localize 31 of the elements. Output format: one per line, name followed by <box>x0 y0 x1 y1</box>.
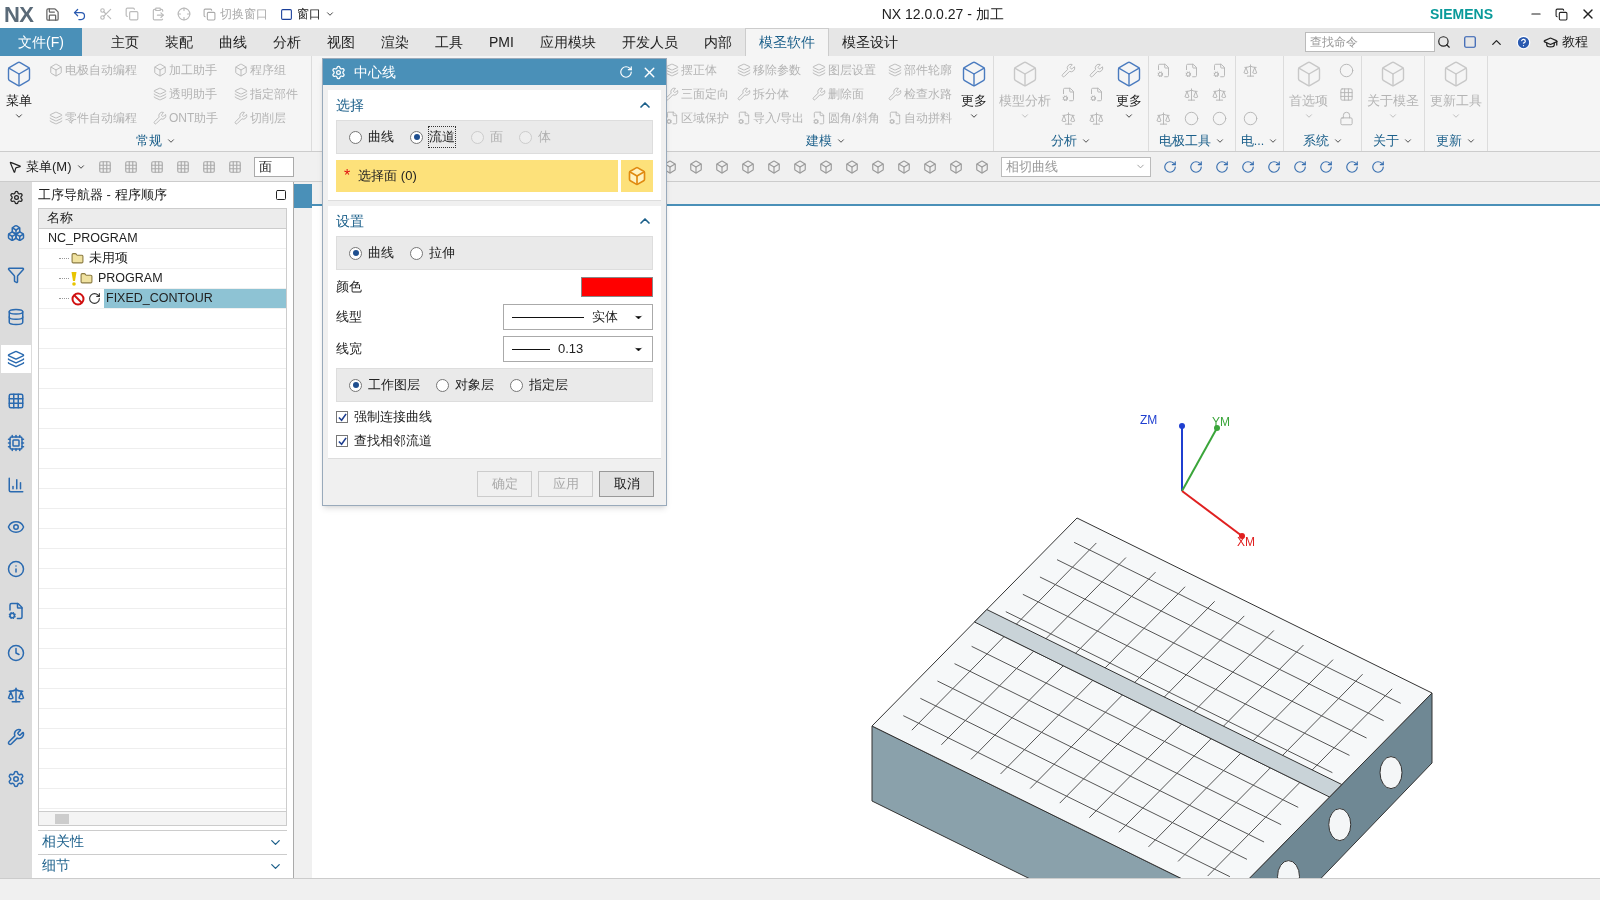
group-label: 电... <box>1240 132 1265 150</box>
brand-logo: SIEMENS <box>1430 4 1493 24</box>
radio-label: 工作图层 <box>368 376 420 395</box>
checkbox-label: 查找相邻流道 <box>354 432 432 451</box>
group-label: 系统 <box>1302 132 1329 150</box>
axis-label: XM <box>1237 535 1255 549</box>
radio-label: 对象层 <box>455 376 494 395</box>
window-title: NX 12.0.0.27 - 加工 <box>881 4 1004 24</box>
field-label: 颜色 <box>336 278 362 297</box>
field-label: 线型 <box>336 308 362 327</box>
radio-label: 指定层 <box>529 376 568 395</box>
checkbox-label: 强制连接曲线 <box>354 408 432 427</box>
axis-label: YM <box>1212 415 1230 429</box>
group-label: 常规 <box>135 132 162 150</box>
section-title: 选择 <box>336 95 364 115</box>
radio-label: 曲线 <box>368 244 394 263</box>
group-label: 分析 <box>1050 132 1077 150</box>
radio-label: 拉伸 <box>429 244 455 263</box>
group-label: 电极工具 <box>1158 132 1211 150</box>
dialog-title: 中心线 <box>354 62 397 82</box>
radio-label: 曲线 <box>368 128 394 147</box>
group-label: 建模 <box>806 132 833 150</box>
group-label: 关于 <box>1373 132 1400 150</box>
panel-title: 工序导航器 - 程序顺序 <box>38 186 167 205</box>
radio-label: 体 <box>538 128 551 147</box>
section-title: 设置 <box>336 211 364 231</box>
axis-label: ZM <box>1140 413 1158 427</box>
group-label: 更新 <box>1436 132 1463 150</box>
field-label: 线宽 <box>336 340 362 359</box>
app-logo: NX <box>4 0 34 29</box>
radio-label: 流道 <box>429 127 455 147</box>
